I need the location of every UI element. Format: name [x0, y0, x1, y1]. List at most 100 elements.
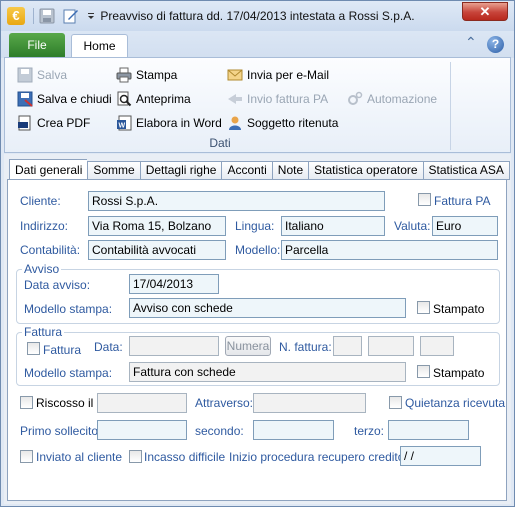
valuta-field[interactable]: Euro	[432, 216, 498, 236]
valuta-label: Valuta:	[394, 219, 431, 233]
terzo-field[interactable]	[388, 420, 469, 440]
inizio-procedura-field[interactable]: / /	[400, 446, 481, 466]
automazione-label: Automazione	[367, 92, 438, 106]
window: € Preavviso di fattura dd. 17/04/2013 in…	[0, 0, 515, 507]
numera-button[interactable]: Numera	[225, 336, 271, 356]
save-close-icon	[17, 91, 33, 107]
send-pa-icon	[228, 94, 242, 104]
indirizzo-field[interactable]: Via Roma 15, Bolzano	[88, 216, 226, 236]
modello-field[interactable]: Parcella	[281, 240, 498, 260]
incasso-label: Incasso difficile	[144, 450, 226, 464]
elabora-word-button[interactable]: W Elabora in Word	[116, 113, 222, 133]
ribbon-group-separator	[450, 62, 451, 150]
crea-pdf-label: Crea PDF	[37, 116, 91, 130]
content-area: Dati generali Somme Dettagli righe Accon…	[4, 154, 511, 504]
data-fattura-field[interactable]	[129, 336, 219, 356]
secondo-field[interactable]	[253, 420, 334, 440]
riscosso-date-field[interactable]	[97, 393, 187, 413]
window-title: Preavviso di fattura dd. 17/04/2013 inte…	[100, 9, 415, 23]
collapse-ribbon-icon[interactable]: ⌃	[465, 34, 477, 51]
ribbon-group-label: Dati	[209, 136, 231, 150]
fattura-modello-stampa-label: Modello stampa:	[24, 366, 113, 380]
crea-pdf-button[interactable]: Crea PDF	[17, 113, 90, 133]
lingua-field[interactable]: Italiano	[281, 216, 385, 236]
svg-text:W: W	[119, 123, 126, 130]
primo-sollecito-field[interactable]	[97, 420, 187, 440]
indirizzo-label: Indirizzo:	[20, 219, 69, 233]
automazione-button[interactable]: Automazione	[347, 89, 437, 109]
printer-icon	[116, 67, 132, 83]
data-label: Data:	[94, 340, 123, 354]
stampa-button[interactable]: Stampa	[116, 65, 177, 85]
n-fattura-number-field[interactable]	[368, 336, 414, 356]
quietanza-checkbox[interactable]	[389, 396, 402, 409]
cliente-field[interactable]: Rossi S.p.A.	[88, 191, 385, 211]
inviato-label: Inviato al cliente	[36, 450, 123, 464]
terzo-label: terzo:	[354, 424, 385, 438]
invio-fattura-pa-label: Invio fattura PA	[247, 92, 329, 106]
n-fattura-suffix-field[interactable]	[420, 336, 454, 356]
tab-statistica-operatore[interactable]: Statistica operatore	[308, 161, 423, 180]
tab-statistica-asa[interactable]: Statistica ASA	[422, 161, 510, 180]
soggetto-ritenuta-button[interactable]: Soggetto ritenuta	[227, 113, 338, 133]
avviso-stampato-label: Stampato	[433, 302, 485, 316]
email-icon	[227, 69, 243, 81]
tab-dati-generali[interactable]: Dati generali	[9, 159, 88, 180]
salva-chiudi-button[interactable]: Salva e chiudi	[17, 89, 112, 109]
primo-sollecito-label: Primo sollecito:	[20, 424, 102, 438]
inviato-checkbox[interactable]	[20, 450, 33, 463]
tab-note[interactable]: Note	[271, 161, 309, 180]
data-avviso-label: Data avviso:	[24, 278, 91, 292]
ribbon-tab-row: File Home ⌃ ?	[1, 31, 514, 59]
modello-stampa-field[interactable]: Avviso con schede	[129, 298, 406, 318]
tab-acconti[interactable]: Acconti	[221, 161, 272, 180]
anteprima-button[interactable]: Anteprima	[116, 89, 191, 109]
fattura-checkbox-label: Fattura	[43, 343, 82, 357]
incasso-checkbox[interactable]	[129, 450, 142, 463]
home-tab[interactable]: Home	[71, 34, 128, 59]
preview-icon	[117, 91, 132, 107]
salva-chiudi-label: Salva e chiudi	[37, 92, 112, 106]
salva-button[interactable]: Salva	[17, 65, 67, 85]
quietanza-label: Quietanza ricevuta	[405, 396, 506, 410]
modello-stampa-label: Modello stampa:	[24, 302, 113, 316]
fattura-checkbox[interactable]	[27, 342, 40, 355]
stampa-label: Stampa	[136, 68, 178, 82]
fattura-pa-label: Fattura PA	[434, 194, 491, 208]
avviso-group-title: Avviso	[22, 262, 62, 276]
fattura-group-title: Fattura	[22, 325, 65, 339]
riscosso-label: Riscosso il	[36, 396, 94, 410]
dati-generali-page: Cliente: Rossi S.p.A. Fattura PA Indiriz…	[7, 179, 507, 501]
save-icon	[17, 67, 33, 83]
n-fattura-prefix-field[interactable]	[333, 336, 362, 356]
word-icon: W	[117, 115, 132, 131]
elabora-word-label: Elabora in Word	[136, 116, 222, 130]
anteprima-label: Anteprima	[136, 92, 191, 106]
tab-dettagli-righe[interactable]: Dettagli righe	[139, 161, 222, 180]
attraverso-label: Attraverso:	[195, 396, 254, 410]
help-icon[interactable]: ?	[487, 36, 504, 53]
contabilita-field[interactable]: Contabilità avvocati	[88, 240, 226, 260]
contabilita-label: Contabilità:	[20, 243, 81, 257]
form-tab-strip: Dati generali Somme Dettagli righe Accon…	[9, 159, 510, 180]
tab-somme[interactable]: Somme	[87, 161, 140, 180]
invia-email-button[interactable]: Invia per e-Mail	[227, 65, 329, 85]
avviso-stampato-checkbox[interactable]	[417, 301, 430, 314]
close-button[interactable]: ✕	[462, 2, 508, 21]
attraverso-field[interactable]	[253, 393, 366, 413]
riscosso-checkbox[interactable]	[20, 396, 33, 409]
salva-label: Salva	[37, 68, 68, 82]
fattura-modello-stampa-field[interactable]: Fattura con schede	[129, 362, 406, 382]
fattura-stampato-checkbox[interactable]	[417, 365, 430, 378]
invio-fattura-pa-button[interactable]: Invio fattura PA	[227, 89, 328, 109]
ribbon: Salva Salva e chiudi Crea PDF Stampa Ant…	[4, 57, 511, 153]
fattura-pa-checkbox[interactable]	[418, 193, 431, 206]
person-icon	[229, 116, 241, 130]
inizio-procedura-label: Inizio procedura recupero credito:	[229, 450, 408, 464]
lingua-label: Lingua:	[235, 219, 275, 233]
data-avviso-field[interactable]: 17/04/2013	[129, 274, 219, 294]
fattura-stampato-label: Stampato	[433, 366, 485, 380]
secondo-label: secondo:	[195, 424, 244, 438]
n-fattura-label: N. fattura:	[279, 340, 332, 354]
file-tab[interactable]: File	[9, 33, 65, 57]
